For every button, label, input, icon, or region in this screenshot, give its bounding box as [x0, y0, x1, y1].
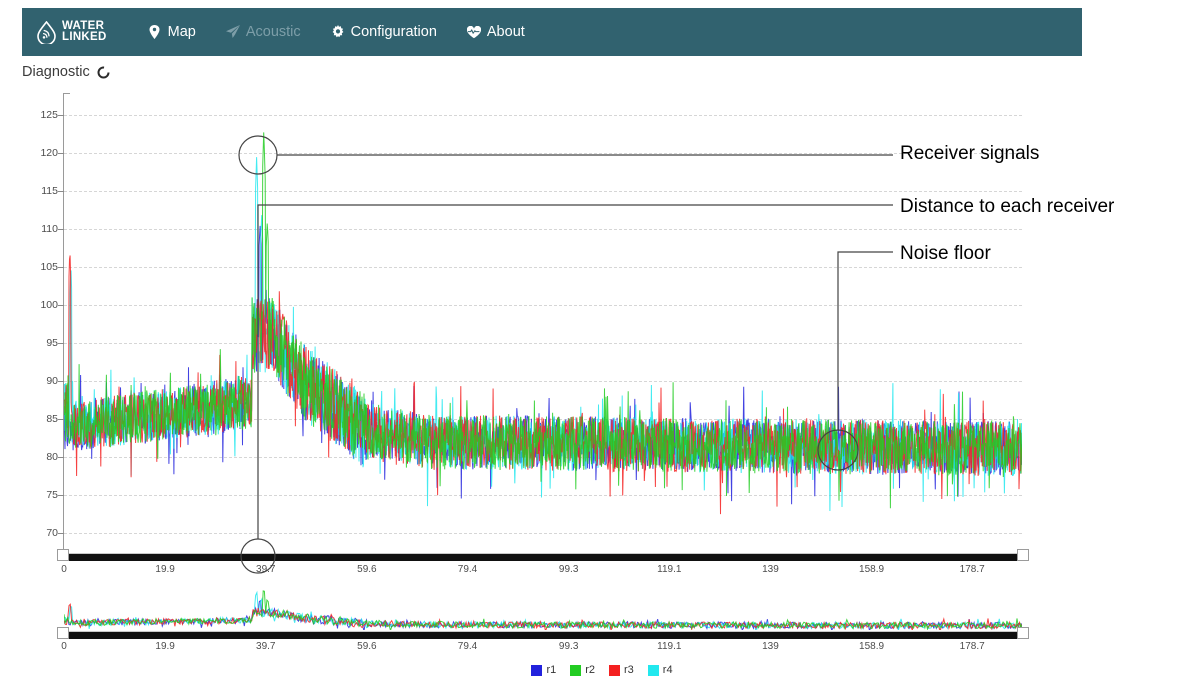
nav-label-configuration: Configuration	[350, 24, 437, 40]
x-tick-label: 39.7	[256, 564, 276, 575]
y-tick-label: 70	[46, 527, 58, 539]
map-pin-icon	[148, 25, 162, 39]
x-tick-label: 0	[61, 564, 67, 575]
nav-item-acoustic[interactable]: Acoustic	[211, 18, 316, 46]
nav-item-configuration[interactable]: Configuration	[316, 18, 452, 46]
gear-icon	[331, 25, 345, 39]
navigator-grip-right[interactable]	[1017, 627, 1029, 639]
legend-swatch-r2	[570, 664, 582, 676]
navigator-scrollbar-handle[interactable]	[65, 632, 1017, 639]
x-tick-label: 139	[762, 641, 779, 652]
x-tick-label: 178.7	[959, 564, 985, 575]
legend-item-r3[interactable]: r3	[609, 664, 634, 676]
x-tick-label: 99.3	[558, 641, 579, 652]
chart-legend: r1 r2 r3 r4	[0, 664, 1204, 676]
y-tick-label: 115	[41, 185, 58, 197]
main-navbar: WATER LINKED Map Acoustic Configuration …	[22, 8, 1082, 56]
y-tick-label: 95	[46, 337, 58, 349]
nav-label-map: Map	[167, 24, 196, 40]
y-tick-label: 105	[40, 261, 58, 273]
scrollbar-grip-right[interactable]	[1017, 549, 1029, 561]
y-tick-label: 100	[40, 299, 58, 311]
x-tick-label: 19.9	[155, 564, 175, 575]
legend-item-r4[interactable]: r4	[647, 664, 673, 676]
y-tick-label: 75	[46, 489, 58, 501]
navigator-chart: 0 19.9 39.7 59.6 79.4 99.3 119.1 139 158.9 178.7	[0, 586, 1204, 656]
y-tick-label: 85	[46, 413, 58, 425]
page-title: Diagnostic	[22, 64, 90, 80]
paper-plane-icon	[225, 25, 240, 39]
brand-line-2: LINKED	[62, 31, 107, 43]
x-tick-label: 59.6	[357, 641, 377, 652]
diagnostic-page: WATER LINKED Map Acoustic Configuration …	[0, 0, 1204, 695]
heartbeat-icon	[466, 25, 481, 39]
x-tick-label: 79.4	[457, 564, 478, 575]
nav-item-map[interactable]: Map	[133, 18, 211, 46]
water-drop-icon	[36, 20, 57, 45]
x-tick-label: 79.4	[457, 641, 478, 652]
x-tick-label: 59.6	[357, 564, 377, 575]
legend-label: r4	[662, 664, 673, 676]
scrollbar-handle[interactable]	[65, 554, 1017, 561]
legend-swatch-r3	[609, 664, 620, 676]
x-axis-labels: 0 19.9 39.7 59.6 79.4 99.3 119.1 139 158.9 178.7	[0, 564, 1204, 580]
annotation-text: Receiver signals	[900, 143, 1040, 164]
loading-spinner-icon	[97, 66, 110, 79]
legend-label: r2	[585, 664, 595, 676]
legend-label: r3	[624, 664, 634, 676]
nav-item-about[interactable]: About	[452, 18, 540, 46]
x-tick-label: 99.3	[558, 564, 579, 575]
plot-area[interactable]	[64, 96, 1022, 552]
y-axis-cap	[63, 93, 70, 94]
legend-swatch-r1	[531, 664, 543, 676]
y-tick-label: 110	[41, 223, 58, 235]
y-tick-label: 125	[40, 109, 58, 121]
nav-label-acoustic: Acoustic	[245, 24, 301, 40]
brand-logo[interactable]: WATER LINKED	[36, 20, 107, 45]
series-traces	[64, 132, 1022, 515]
legend-swatch-r4	[647, 664, 659, 676]
chart-range-scrollbar[interactable]	[57, 549, 1029, 562]
x-tick-label: 39.7	[256, 641, 276, 652]
navigator-grip-left[interactable]	[57, 627, 69, 639]
x-tick-label: 19.9	[155, 641, 175, 652]
navigator-x-axis-labels: 0 19.9 39.7 59.6 79.4 99.3 119.1 139 158.9 178.7	[0, 641, 1204, 655]
legend-item-r2[interactable]: r2	[570, 664, 595, 676]
y-tick-label: 90	[46, 375, 58, 387]
x-tick-label: 158.9	[859, 641, 885, 652]
legend-item-r1[interactable]: r1	[531, 664, 556, 676]
y-axis-labels: 70 75 80 85 90 95 100 105 110 115 120 125	[24, 86, 58, 556]
navigator-plot-area[interactable]	[64, 586, 1022, 630]
annotation-text: Noise floor	[900, 243, 991, 264]
x-tick-label: 158.9	[859, 564, 885, 575]
annotation-text: Distance to each receiver	[900, 196, 1115, 217]
legend-label: r1	[546, 664, 557, 676]
navigator-scrollbar[interactable]	[57, 627, 1029, 640]
scrollbar-grip-left[interactable]	[57, 549, 69, 561]
x-tick-label: 178.7	[959, 641, 985, 652]
y-tick-label: 120	[40, 147, 58, 159]
nav-label-about: About	[486, 24, 525, 40]
navigator-series-traces	[64, 590, 1022, 630]
x-tick-label: 0	[61, 641, 67, 652]
x-tick-label: 139	[762, 564, 779, 575]
y-tick-label: 80	[46, 451, 58, 463]
diagnostic-header: Diagnostic	[22, 64, 110, 80]
x-tick-label: 119.1	[657, 564, 682, 575]
x-tick-label: 119.1	[657, 641, 682, 652]
